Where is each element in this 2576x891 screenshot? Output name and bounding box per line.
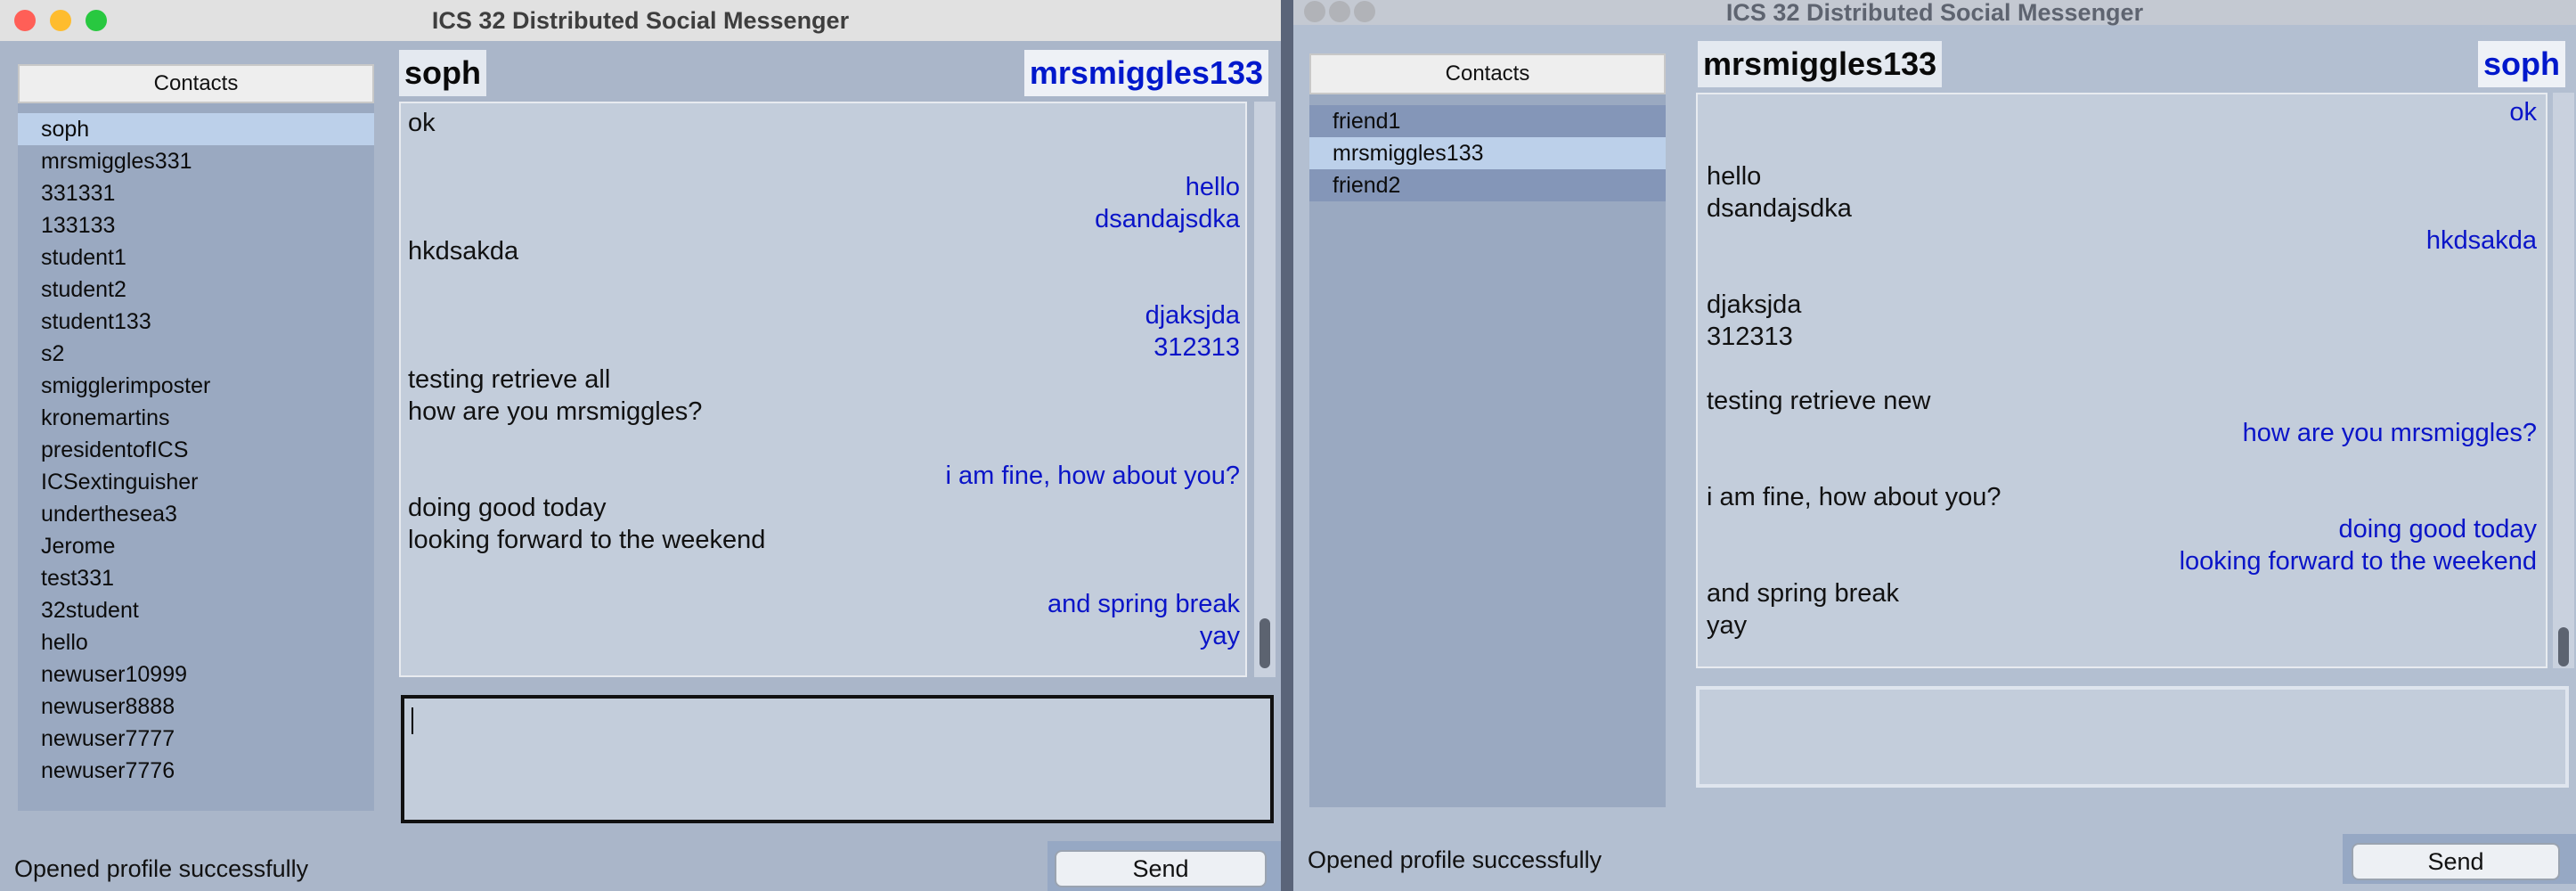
chat-scrollbar[interactable]	[1254, 102, 1276, 677]
send-area: Send	[2343, 834, 2576, 884]
received-message: 312313	[1153, 333, 1240, 362]
contacts-sidebar: Contacts friend1 mrsmiggles133 friend2	[1309, 53, 1666, 807]
chat-scrollbar[interactable]	[2553, 93, 2574, 668]
status-text: Opened profile successfully	[1308, 846, 1602, 873]
zoom-window-icon[interactable]	[86, 10, 107, 31]
contact-item[interactable]: friend2	[1309, 169, 1666, 201]
sent-message: looking forward to the weekend	[408, 526, 766, 554]
sent-message: hkdsakda	[408, 237, 519, 266]
contact-item[interactable]: presidentofICS	[18, 434, 374, 466]
recipient-name: mrsmiggles133	[1698, 41, 1943, 87]
contacts-list[interactable]: soph mrsmiggles331 331331 133133 student1 stu…	[18, 113, 374, 787]
contacts-header: Contacts	[18, 64, 374, 103]
received-message: doing good today	[2338, 515, 2537, 544]
chat-history[interactable]: ok hello dsandajsdka hkdsakda djaksjda 312313…	[399, 102, 1247, 677]
received-message: how are you mrsmiggles?	[2242, 419, 2537, 447]
contact-item[interactable]: hello	[18, 626, 374, 658]
received-message: ok	[2509, 98, 2537, 127]
sent-message: djaksjda	[1707, 290, 1802, 319]
window-title: ICS 32 Distributed Social Messenger	[1725, 0, 2144, 26]
contact-item[interactable]: student2	[18, 274, 374, 306]
received-message: yay	[1199, 622, 1240, 650]
contact-item[interactable]: student1	[18, 241, 374, 274]
contact-item[interactable]: newuser10999	[18, 658, 374, 691]
sent-message: dsandajsdka	[1707, 194, 1852, 223]
received-message: hello	[1185, 173, 1240, 201]
recipient-name: soph	[399, 50, 486, 96]
status-text: Opened profile successfully	[14, 855, 309, 882]
contact-item[interactable]: student133	[18, 306, 374, 338]
current-user-name: soph	[2478, 41, 2565, 87]
received-message: dsandajsdka	[1095, 205, 1240, 233]
message-input[interactable]	[1696, 686, 2569, 788]
contact-item[interactable]: soph	[18, 113, 374, 145]
sent-message: yay	[1707, 611, 1748, 640]
messenger-window-right: ICS 32 Distributed Social Messenger Cont…	[1293, 0, 2576, 891]
close-window-icon[interactable]	[14, 10, 36, 31]
contacts-list[interactable]: friend1 mrsmiggles133 friend2	[1309, 105, 1666, 201]
sent-message: i am fine, how about you?	[1707, 483, 2001, 511]
send-button[interactable]: Send	[2352, 843, 2560, 880]
chat-scrollbar-thumb[interactable]	[2558, 627, 2569, 666]
contact-item[interactable]: Jerome	[18, 530, 374, 562]
sent-message: testing retrieve all	[408, 365, 611, 394]
sent-message: testing retrieve new	[1707, 387, 1931, 415]
window-gap	[1281, 0, 1293, 891]
minimize-window-icon[interactable]	[50, 10, 71, 31]
window-title-bar[interactable]: ICS 32 Distributed Social Messenger	[1293, 0, 2576, 25]
messenger-window-left: ICS 32 Distributed Social Messenger Cont…	[0, 0, 1281, 891]
contact-item[interactable]: newuser7776	[18, 755, 374, 787]
contact-item[interactable]: 133133	[18, 209, 374, 241]
send-button[interactable]: Send	[1055, 850, 1267, 887]
received-message: i am fine, how about you?	[945, 462, 1240, 490]
window-title: ICS 32 Distributed Social Messenger	[431, 7, 850, 34]
received-message: looking forward to the weekend	[2179, 547, 2537, 576]
message-input[interactable]	[401, 695, 1274, 823]
current-user-name: mrsmiggles133	[1023, 50, 1268, 96]
contact-item[interactable]: kronemartins	[18, 402, 374, 434]
contact-item[interactable]: s2	[18, 338, 374, 370]
contact-item[interactable]: mrsmiggles331	[18, 145, 374, 177]
sent-message: how are you mrsmiggles?	[408, 397, 703, 426]
contact-item[interactable]: underthesea3	[18, 498, 374, 530]
sent-message: ok	[408, 109, 436, 137]
contact-item[interactable]: friend1	[1309, 105, 1666, 137]
contact-item[interactable]: test331	[18, 562, 374, 594]
chat-scrollbar-thumb[interactable]	[1259, 618, 1270, 668]
window-title-bar[interactable]: ICS 32 Distributed Social Messenger	[0, 0, 1281, 41]
received-message: djaksjda	[1145, 301, 1240, 330]
close-window-icon[interactable]	[1304, 1, 1325, 22]
minimize-window-icon[interactable]	[1329, 1, 1350, 22]
zoom-window-icon[interactable]	[1354, 1, 1375, 22]
contacts-sidebar: Contacts soph mrsmiggles331 331331 133133st…	[18, 64, 374, 811]
contact-item[interactable]: ICSextinguisher	[18, 466, 374, 498]
chat-history[interactable]: ok hello dsandajsdka hkdsakda djaksjda 312313…	[1696, 93, 2547, 668]
received-message: and spring break	[1047, 590, 1240, 618]
sent-message: doing good today	[408, 494, 607, 522]
sent-message: hello	[1707, 162, 1762, 191]
contact-item[interactable]: smigglerimposter	[18, 370, 374, 402]
contact-item[interactable]: newuser7777	[18, 723, 374, 755]
contacts-header: Contacts	[1309, 53, 1666, 94]
contact-item[interactable]: 331331	[18, 177, 374, 209]
sent-message: 312313	[1707, 323, 1793, 351]
contact-item[interactable]: mrsmiggles133	[1309, 137, 1666, 169]
contact-item[interactable]: 32student	[18, 594, 374, 626]
send-area: Send	[1048, 841, 1281, 891]
received-message: hkdsakda	[2425, 226, 2537, 255]
text-caret	[412, 707, 413, 734]
contact-item[interactable]: newuser8888	[18, 691, 374, 723]
sent-message: and spring break	[1707, 579, 1900, 608]
